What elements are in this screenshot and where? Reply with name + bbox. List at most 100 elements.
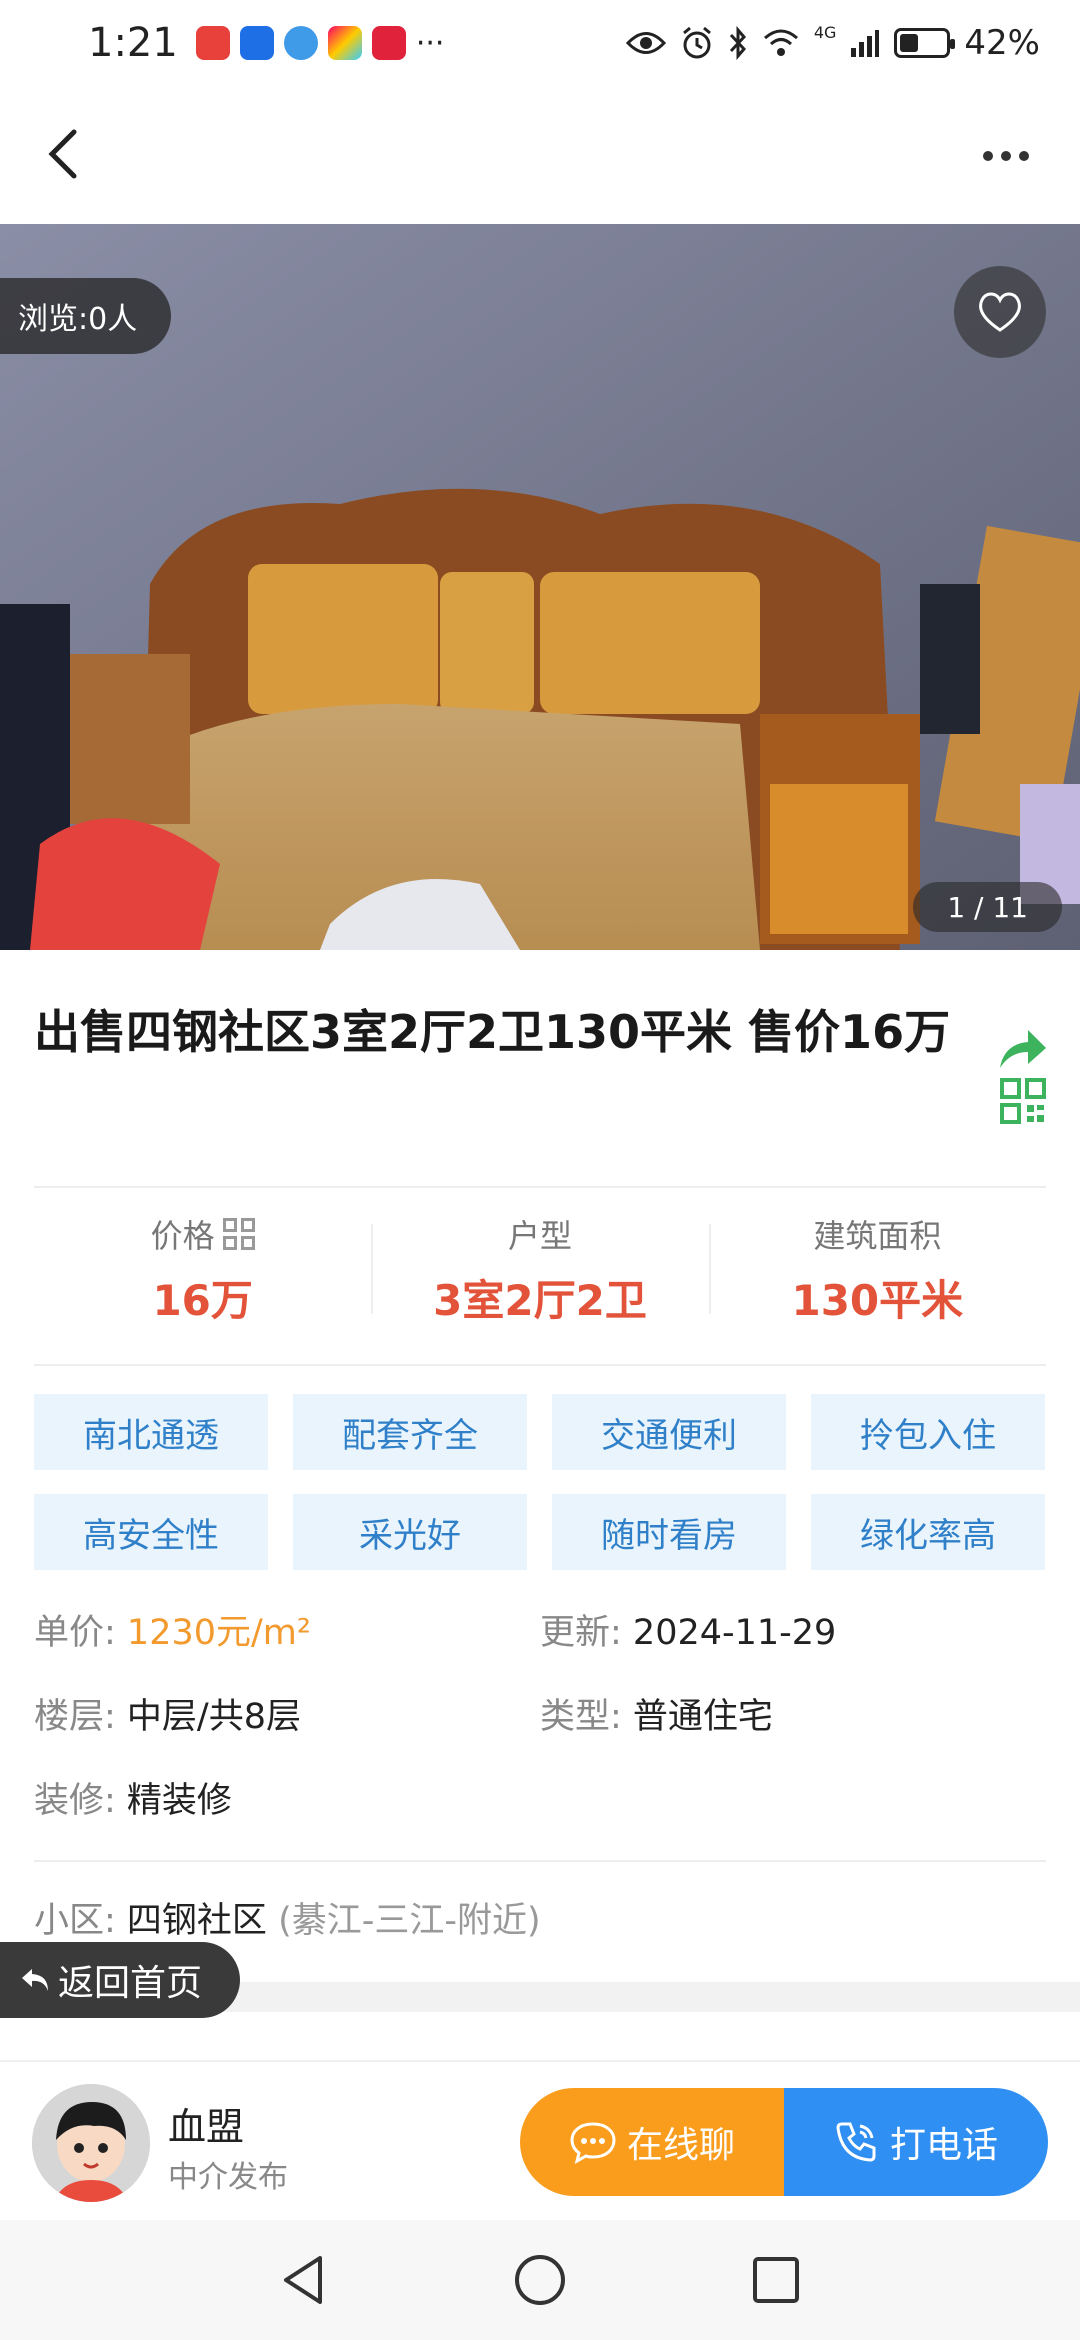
stat-price: 价格 16万 [34, 1204, 371, 1334]
detail-value: 1230元/m² [126, 1613, 311, 1653]
detail-key: 楼层: [34, 1697, 127, 1737]
feature-tag: 交通便利 [552, 1394, 786, 1470]
stat-label-row: 价格 [34, 1211, 371, 1257]
community-row[interactable]: 小区: 四钢社区 (綦江-三江-附近) [34, 1892, 541, 1943]
avatar[interactable] [32, 2084, 150, 2202]
grid-cell [240, 1235, 255, 1250]
agent-name: 血盟 [168, 2105, 245, 2149]
divider [34, 1364, 1046, 1366]
photo-counter: 1 / 11 [913, 882, 1062, 932]
nav-back-icon[interactable] [276, 2252, 332, 2308]
stat-value: 130平米 [791, 1275, 964, 1325]
status-app-icons [195, 26, 406, 60]
stat-layout: 户型 3室2厅2卫 [371, 1204, 708, 1334]
grid-cell [222, 1235, 237, 1250]
agent-role: 中介发布 [168, 2160, 288, 2195]
detail-value: 2024-11-29 [632, 1613, 837, 1653]
feature-tag: 绿化率高 [811, 1494, 1045, 1570]
status-time: 1:21 [88, 20, 178, 66]
detail-updated: 更新: 2024-11-29 [540, 1604, 836, 1655]
huawei-app-icon [195, 26, 230, 60]
system-nav-bar [0, 2220, 1080, 2340]
detail-floor: 楼层: 中层/共8层 [34, 1688, 301, 1739]
back-button[interactable] [36, 124, 96, 184]
back-home-label: 返回首页 [58, 1963, 203, 2004]
listing-title-area: 出售四钢社区3室2厅2卫130平米 售价16万 [34, 990, 974, 1074]
battery-fill [900, 34, 919, 52]
status-indicators: 4G 42% [625, 23, 1040, 63]
feature-tag: 配套齐全 [293, 1394, 527, 1470]
top-nav [0, 86, 1080, 224]
stat-label: 户型 [507, 1216, 572, 1255]
detail-key: 装修: [34, 1781, 127, 1821]
contact-bar: 血盟 中介发布 在线聊 打电话 [0, 2060, 1080, 2220]
stat-area: 建筑面积 130平米 [708, 1204, 1046, 1334]
alarm-icon [682, 26, 711, 59]
chevron-left-icon [48, 129, 77, 179]
more-dot [1001, 151, 1011, 161]
key-stats: 价格 16万 户型 3室2厅2卫 建筑面积 130平米 [34, 1204, 1046, 1334]
agent-avatar-image [32, 2084, 150, 2202]
views-count: 浏览:0人 [0, 278, 172, 354]
return-arrow-icon [22, 1969, 48, 1991]
network-type: 4G [813, 23, 837, 42]
feature-tag: 随时看房 [552, 1494, 786, 1570]
feature-tag: 拎包入住 [811, 1394, 1045, 1470]
grid-cell [222, 1217, 237, 1232]
feature-tag: 高安全性 [34, 1494, 268, 1570]
status-overflow: ··· [415, 25, 445, 61]
battery-percent: 42% [964, 23, 1040, 63]
stat-value: 3室2厅2卫 [433, 1275, 647, 1325]
eye-icon [625, 32, 666, 54]
phone-call-button[interactable]: 打电话 [784, 2088, 1048, 2196]
wifi-icon [763, 29, 798, 56]
bluetooth-icon [729, 26, 746, 60]
detail-decoration: 装修: 精装修 [34, 1772, 232, 1823]
stat-value: 16万 [152, 1275, 253, 1325]
listing-title: 出售四钢社区3室2厅2卫130平米 售价16万 [34, 1005, 951, 1059]
status-bar: 1:21 ··· 4G 42% [0, 0, 1080, 86]
detail-key: 单价: [34, 1613, 127, 1653]
signal-icon [851, 30, 880, 57]
detail-value: 精装修 [126, 1781, 232, 1821]
qr-code-icon[interactable] [1000, 1078, 1046, 1124]
share-icon[interactable] [994, 1024, 1050, 1076]
bulb-app-icon [239, 26, 274, 60]
phone-icon [836, 2122, 876, 2162]
online-chat-label: 在线聊 [626, 2125, 735, 2166]
divider [34, 1186, 1046, 1188]
detail-key: 类型: [540, 1697, 633, 1737]
back-home-button[interactable]: 返回首页 [0, 1942, 240, 2018]
detail-value: 中层/共8层 [126, 1697, 301, 1737]
detail-type: 类型: 普通住宅 [540, 1688, 773, 1739]
online-chat-button[interactable]: 在线聊 [520, 2088, 784, 2196]
more-dots-icon [983, 151, 993, 161]
more-dot [1019, 151, 1029, 161]
community-location: (綦江-三江-附近) [278, 1901, 541, 1941]
calculator-icon[interactable] [222, 1217, 255, 1250]
chat-bubble-icon [570, 2122, 616, 2164]
color-app-icon [327, 26, 362, 60]
feature-tag: 采光好 [293, 1494, 527, 1570]
detail-unit-price: 单价: 1230元/m² [34, 1604, 311, 1655]
detail-key: 更新: [540, 1613, 633, 1653]
community-key: 小区: [34, 1901, 127, 1941]
battery-icon [894, 28, 956, 58]
feature-tag: 南北通透 [34, 1394, 268, 1470]
community-name: 四钢社区 [126, 1901, 267, 1941]
nav-home-icon[interactable] [512, 2252, 568, 2308]
browser-app-icon [283, 26, 318, 60]
divider [34, 1860, 1046, 1862]
stat-label: 建筑面积 [813, 1216, 942, 1255]
nav-recents-icon[interactable] [748, 2252, 804, 2308]
stat-label: 价格 [150, 1216, 215, 1255]
more-button[interactable] [976, 136, 1036, 176]
feature-tags: 南北通透 配套齐全 交通便利 拎包入住 高安全性 采光好 随时看房 绿化率高 [34, 1394, 1046, 1570]
shop-app-icon [371, 26, 406, 60]
grid-cell [240, 1217, 255, 1232]
favorite-button[interactable] [954, 266, 1046, 358]
phone-call-label: 打电话 [889, 2125, 998, 2166]
photo-gallery[interactable]: 浏览:0人 1 / 11 [0, 224, 1080, 950]
heart-outline-icon [979, 292, 1021, 332]
detail-value: 普通住宅 [632, 1697, 773, 1737]
